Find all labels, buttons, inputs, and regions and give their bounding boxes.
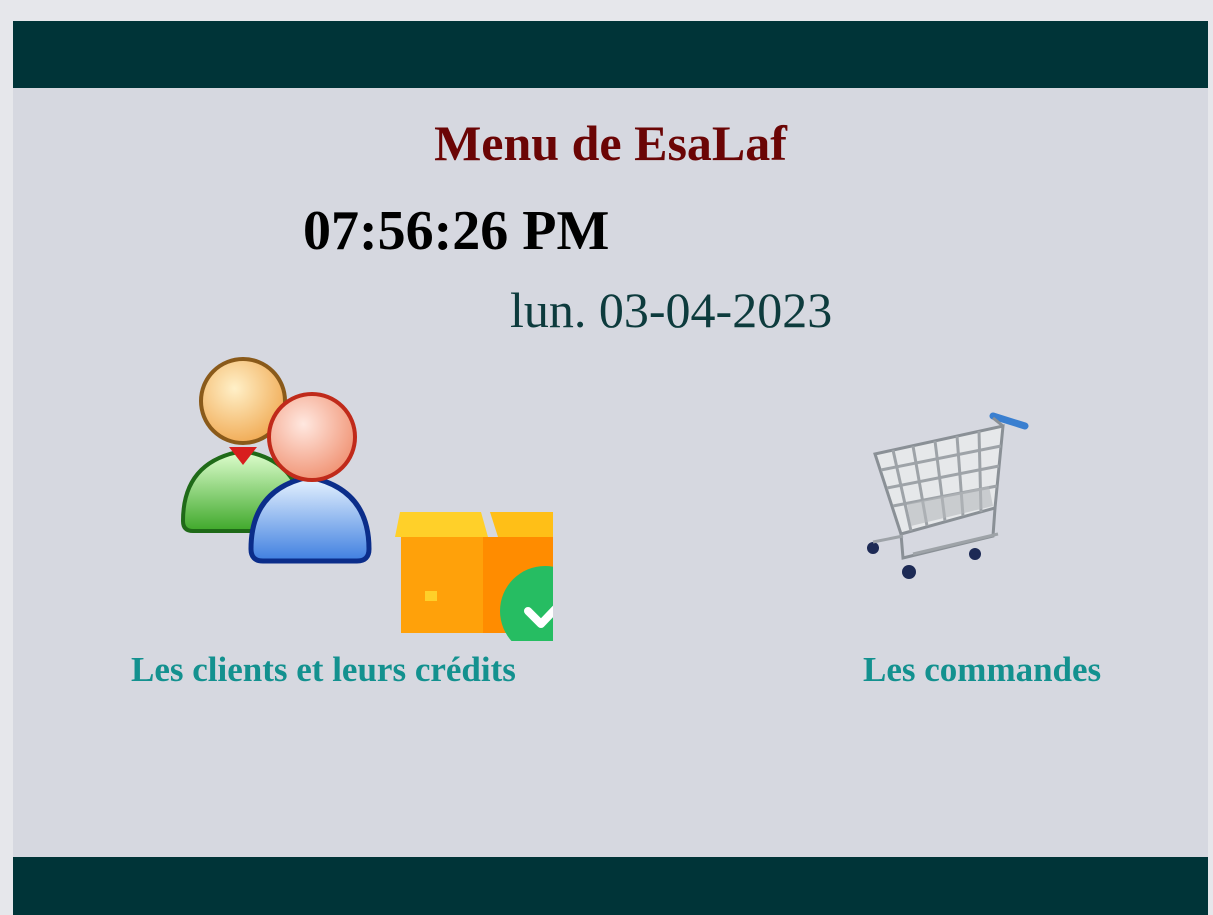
footer-bar xyxy=(13,857,1208,915)
page-title: Menu de EsaLaf xyxy=(434,115,787,171)
header-bar xyxy=(13,21,1208,88)
menu-item-label: Les commandes xyxy=(863,650,1102,689)
menu-item-orders[interactable]: Les commandes xyxy=(843,386,1173,711)
clock-date: lun. 03-04-2023 xyxy=(510,282,833,338)
menu-item-clients-credits[interactable]: Les clients et leurs crédits xyxy=(113,341,613,711)
shopping-cart-icon xyxy=(867,412,1029,579)
clients-credits-icon xyxy=(180,357,553,641)
clock-time: 07:56:26 PM xyxy=(303,200,610,262)
menu-item-label: Les clients et leurs crédits xyxy=(131,650,516,689)
app-window: Menu de EsaLaf 07:56:26 PM lun. 03-04-20… xyxy=(13,21,1208,915)
